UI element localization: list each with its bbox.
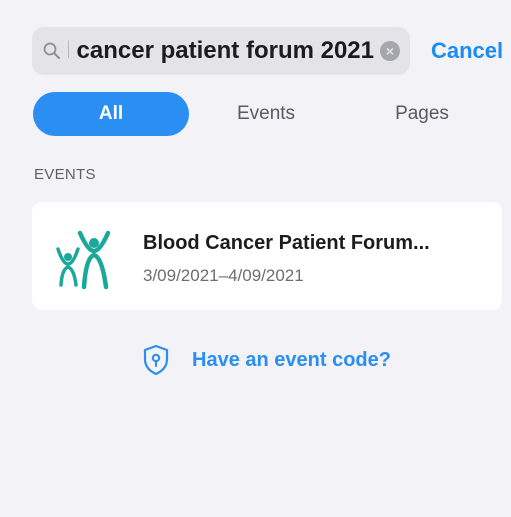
clear-search-button[interactable]: × bbox=[380, 41, 400, 61]
event-result-card[interactable]: Blood Cancer Patient Forum... 3/09/2021–… bbox=[32, 202, 502, 310]
search-input[interactable]: l cancer patient forum 2021 bbox=[68, 27, 374, 75]
tab-events[interactable]: Events bbox=[216, 92, 316, 136]
event-title: Blood Cancer Patient Forum... bbox=[143, 232, 430, 254]
event-code-link[interactable]: Have an event code? bbox=[0, 342, 511, 378]
event-dates: 3/09/2021–4/09/2021 bbox=[143, 266, 304, 285]
section-header-events: EVENTS bbox=[34, 166, 96, 183]
tab-pages[interactable]: Pages bbox=[372, 92, 472, 136]
tab-all[interactable]: All bbox=[33, 92, 189, 136]
people-cheering-icon bbox=[50, 225, 118, 293]
search-bar[interactable]: l cancer patient forum 2021 × bbox=[32, 27, 410, 75]
search-icon bbox=[43, 42, 60, 59]
shield-question-icon bbox=[143, 344, 169, 376]
cancel-button[interactable]: Cancel bbox=[431, 38, 503, 64]
event-code-label: Have an event code? bbox=[192, 348, 391, 371]
